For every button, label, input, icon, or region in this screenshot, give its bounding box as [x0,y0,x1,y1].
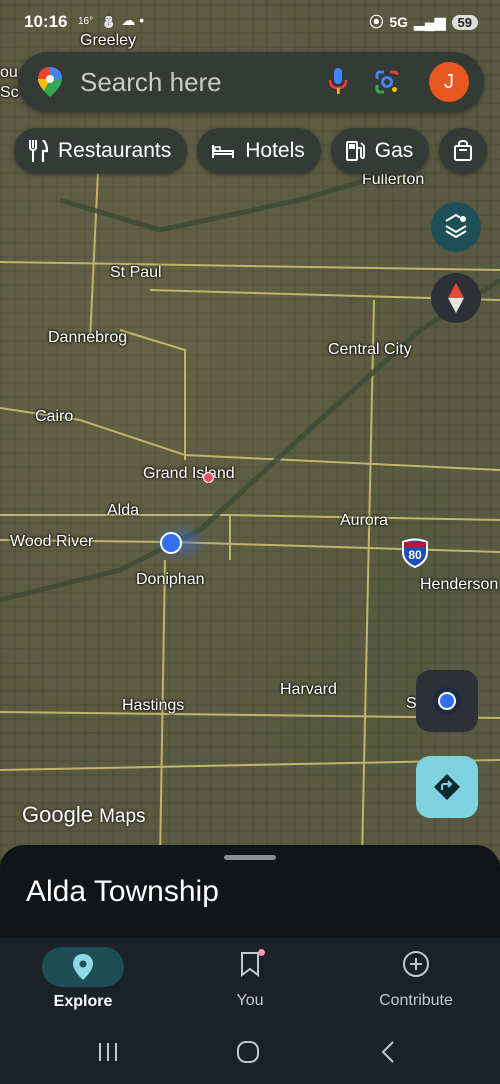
fork-knife-icon [29,140,48,162]
place-label[interactable]: Sc [0,84,19,102]
compass-icon [448,283,464,313]
shopping-bag-icon [454,140,473,161]
chip-gas[interactable]: Gas [330,128,430,174]
place-label[interactable]: Central City [328,341,412,359]
satellite-map[interactable]: 10:16 16° ⛄ ☁ • ⦿ 5G ▂▄▆ 59 Greeley Full… [0,0,500,860]
explore-pin-icon [73,954,93,980]
interstate-shield-icon: 80 [401,538,429,569]
my-location-icon [433,687,461,715]
notification-dot [258,949,265,956]
signal-icon: ▂▄▆ [414,13,446,30]
sheet-drag-handle[interactable] [224,855,276,860]
network-label: 5G [389,14,409,30]
tab-label: You [236,992,264,1009]
place-label[interactable]: Greeley [80,32,136,50]
weather-icons: ⛄ ☁ • [100,12,145,28]
google-maps-attribution: Google Maps [22,802,146,827]
place-label[interactable]: ou [0,64,18,82]
bottom-navigation: Explore You Contribute [0,938,500,1084]
place-label[interactable]: Doniphan [136,571,205,589]
gas-pump-icon [345,141,365,161]
tab-label: Explore [53,993,113,1010]
tab-explore[interactable]: Explore [0,942,166,1022]
tab-contribute[interactable]: Contribute [333,942,499,1022]
place-label[interactable]: Grand Island [143,465,235,483]
search-placeholder[interactable]: Search here [80,67,222,98]
place-label[interactable]: Wood River [10,533,93,551]
chip-hotels[interactable]: Hotels [197,128,321,174]
user-location-dot[interactable] [160,532,182,554]
place-label[interactable]: Hastings [122,697,184,715]
layers-icon [445,214,467,239]
place-bottom-sheet[interactable]: Alda Township [0,845,500,945]
microphone-icon[interactable] [328,68,348,96]
place-label[interactable]: St Paul [110,264,162,282]
account-avatar[interactable]: J [429,62,469,102]
place-label[interactable]: Henderson [420,576,498,594]
chip-restaurants[interactable]: Restaurants [14,128,188,174]
bookmark-icon [241,952,259,977]
status-time: 10:16 [24,12,68,31]
chip-label: Restaurants [58,139,172,162]
place-label[interactable]: Alda [107,502,139,520]
chip-label: Hotels [245,139,305,162]
my-location-button[interactable] [416,670,478,732]
tab-label: Contribute [379,992,453,1009]
directions-button[interactable] [416,756,478,818]
directions-icon [434,774,460,800]
home-icon[interactable] [236,1040,260,1064]
compass-button[interactable] [431,273,481,323]
location-icon: ⦿ [369,14,384,30]
google-lens-icon[interactable] [374,69,400,95]
place-label[interactable]: Dannebrog [48,329,127,347]
back-icon[interactable] [380,1040,396,1064]
add-circle-icon [403,951,429,977]
recent-apps-icon[interactable] [97,1042,119,1062]
chip-label: Gas [374,139,414,162]
system-navigation-bar [0,1030,500,1074]
place-label[interactable]: Aurora [340,512,388,530]
place-marker-icon[interactable] [203,472,214,483]
battery-indicator: 59 [451,14,478,30]
search-bar[interactable]: Search here J [18,52,484,112]
category-chips: Restaurants Hotels Gas [14,128,488,174]
status-bar: 10:16 16° ⛄ ☁ • ⦿ 5G ▂▄▆ 59 [0,10,500,34]
google-maps-pin-icon [38,67,62,97]
place-title: Alda Township [26,875,219,908]
tab-you[interactable]: You [167,942,333,1022]
interstate-number: 80 [408,548,422,562]
place-label[interactable]: Harvard [280,681,337,699]
layers-button[interactable] [431,202,481,252]
chip-shopping[interactable] [439,128,488,174]
place-label[interactable]: Cairo [35,408,73,426]
bed-icon [212,145,235,158]
status-temp: 16° [78,16,94,27]
